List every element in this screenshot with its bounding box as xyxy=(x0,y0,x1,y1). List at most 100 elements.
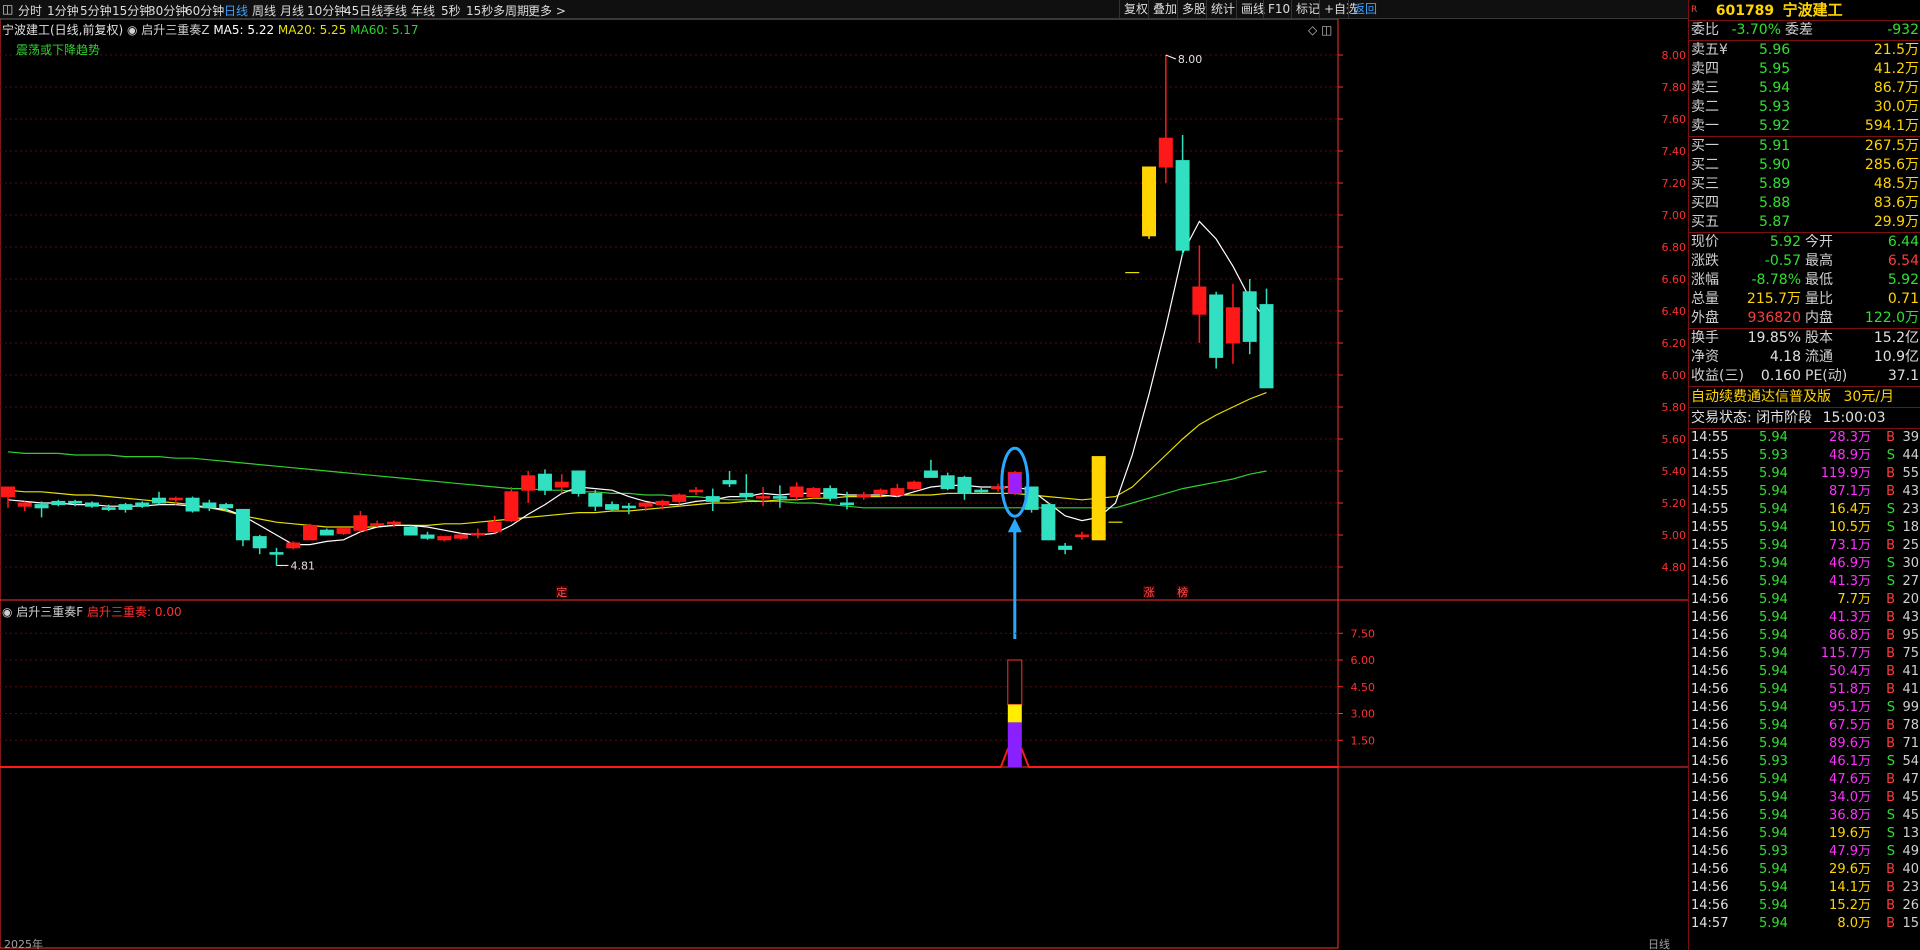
tick-side: B xyxy=(1886,718,1895,733)
period-tab-16[interactable]: 更多 > xyxy=(528,2,566,19)
candle xyxy=(135,501,150,508)
period-tab-0[interactable]: 分时 xyxy=(18,2,42,19)
stat-value: 19.85% xyxy=(1747,330,1801,346)
period-tab-11[interactable]: 季线 xyxy=(383,2,407,19)
tick-volume: 16.4万 xyxy=(1829,502,1871,517)
period-tab-15[interactable]: 多周期 xyxy=(493,2,529,19)
promo-banner[interactable]: 自动续费通达信普及版 30元/月 xyxy=(1689,387,1920,408)
tick-side: B xyxy=(1886,916,1895,931)
candle xyxy=(51,499,66,507)
stat-value: 10.9亿 xyxy=(1873,349,1919,365)
period-tab-2[interactable]: 5分钟 xyxy=(80,2,112,19)
stat-label: 现价 xyxy=(1691,234,1719,250)
tick-price: 5.94 xyxy=(1759,916,1788,931)
tick-count: 20 xyxy=(1902,592,1919,607)
ask-row: 卖一 5.92 594.1万 xyxy=(1689,117,1920,136)
stat-value: 4.18 xyxy=(1769,349,1801,365)
tick-side: B xyxy=(1886,610,1895,625)
period-tab-12[interactable]: 年线 xyxy=(411,2,435,19)
period-tab-13[interactable]: 5秒 xyxy=(441,2,461,19)
toolbar-button-8[interactable]: 返回 xyxy=(1348,0,1381,18)
period-tab-7[interactable]: 周线 xyxy=(252,2,276,19)
toolbar-menu-icon[interactable]: ◫ xyxy=(2,2,13,16)
chart-frame xyxy=(0,19,1339,949)
sub-title: ◉ 启升三重奏F 启升三重奏: 0.00 xyxy=(2,605,182,619)
level-price: 5.91 xyxy=(1759,138,1791,154)
weicha-value: -932 xyxy=(1887,22,1919,38)
tick-row: 14:55 5.94 119.9万 B 55 xyxy=(1689,465,1920,483)
candle xyxy=(487,515,502,534)
tick-side: S xyxy=(1886,520,1895,535)
toolbar-button-3[interactable]: 统计 xyxy=(1206,0,1239,18)
tick-side: B xyxy=(1886,682,1895,697)
level-volume: 285.6万 xyxy=(1864,157,1919,173)
period-tab-5[interactable]: 60分钟 xyxy=(185,2,224,19)
tick-time: 14:56 xyxy=(1691,682,1729,697)
tick-volume: 29.6万 xyxy=(1829,862,1871,877)
tick-count: 75 xyxy=(1902,646,1919,661)
tick-side: B xyxy=(1886,790,1895,805)
tick-time: 14:56 xyxy=(1691,574,1729,589)
stat-value: -8.78% xyxy=(1751,272,1801,288)
period-tab-14[interactable]: 15秒 xyxy=(466,2,493,19)
y-tick-label: 7.40 xyxy=(1662,145,1687,158)
tick-time: 14:56 xyxy=(1691,754,1729,769)
level-label: 卖三 xyxy=(1691,80,1719,96)
level-price: 5.94 xyxy=(1759,80,1791,96)
y-tick-label: 5.60 xyxy=(1662,433,1687,446)
stat-label: 净资 xyxy=(1691,349,1719,365)
period-tab-6[interactable]: 日线 xyxy=(224,2,248,19)
low-label: 4.81 xyxy=(290,559,315,572)
tick-volume: 119.9万 xyxy=(1820,466,1871,481)
tick-row: 14:55 5.94 73.1万 B 25 xyxy=(1689,537,1920,555)
bid-row: 买二 5.90 285.6万 xyxy=(1689,156,1920,175)
stat-label: 流通 xyxy=(1805,349,1833,365)
tick-price: 5.94 xyxy=(1759,502,1788,517)
tick-time: 14:57 xyxy=(1691,916,1729,931)
tick-price: 5.94 xyxy=(1759,862,1788,877)
period-tab-10[interactable]: 45日线 xyxy=(344,2,383,19)
tick-side: B xyxy=(1886,664,1895,679)
tick-volume: 28.3万 xyxy=(1829,430,1871,445)
weibi-label: 委比 xyxy=(1691,22,1719,38)
period-tab-3[interactable]: 15分钟 xyxy=(112,2,151,19)
tick-row: 14:56 5.94 15.2万 B 26 xyxy=(1689,897,1920,915)
period-tab-8[interactable]: 月线 xyxy=(280,2,304,19)
toolbar-button-5[interactable]: F10 xyxy=(1263,0,1294,18)
level-price: 5.87 xyxy=(1759,214,1791,230)
candle xyxy=(1091,456,1106,541)
period-tab-4[interactable]: 30分钟 xyxy=(148,2,187,19)
tick-price: 5.94 xyxy=(1759,520,1788,535)
tick-count: 47 xyxy=(1902,772,1919,787)
level-price: 5.93 xyxy=(1759,99,1791,115)
tick-price: 5.94 xyxy=(1759,466,1788,481)
stat-row: 涨跌 -0.57 最高 6.54 xyxy=(1689,252,1920,271)
level-volume: 41.2万 xyxy=(1873,61,1919,77)
weibi-value: -3.70% xyxy=(1731,22,1781,38)
tick-list[interactable]: 14:55 5.94 28.3万 B 39 14:55 5.93 48.9万 S 44 14:55 5… xyxy=(1689,429,1920,933)
candle xyxy=(789,482,804,500)
period-tab-9[interactable]: 10分钟 xyxy=(307,2,346,19)
tick-row: 14:56 5.94 89.6万 B 71 xyxy=(1689,735,1920,753)
y-tick-label: 6.80 xyxy=(1662,241,1687,254)
stat-label: 今开 xyxy=(1805,234,1833,250)
tick-time: 14:55 xyxy=(1691,520,1729,535)
trade-status-time: 15:00:03 xyxy=(1822,410,1886,426)
tick-volume: 67.5万 xyxy=(1829,718,1871,733)
period-tab-1[interactable]: 1分钟 xyxy=(47,2,79,19)
bottom-right-label: 日线 xyxy=(1648,937,1670,950)
tick-side: S xyxy=(1886,754,1895,769)
tick-time: 14:56 xyxy=(1691,772,1729,787)
bid-levels: 买一 5.91 267.5万 买二 5.90 285.6万 买三 5.89 48.5万 买四 5.8… xyxy=(1689,137,1920,233)
tick-count: 41 xyxy=(1902,664,1919,679)
candle xyxy=(957,475,972,500)
tick-price: 5.94 xyxy=(1759,664,1788,679)
tick-count: 54 xyxy=(1902,754,1919,769)
level-volume: 48.5万 xyxy=(1873,176,1919,192)
tick-price: 5.94 xyxy=(1759,772,1788,787)
ask-row: 卖五¥ 5.96 21.5万 xyxy=(1689,41,1920,60)
chart-settings-icon[interactable]: ◇ ◫ xyxy=(1308,23,1332,37)
candle xyxy=(1175,135,1190,255)
trade-status: 交易状态: 闭市阶段 15:00:03 xyxy=(1689,408,1920,429)
candle xyxy=(974,487,989,494)
